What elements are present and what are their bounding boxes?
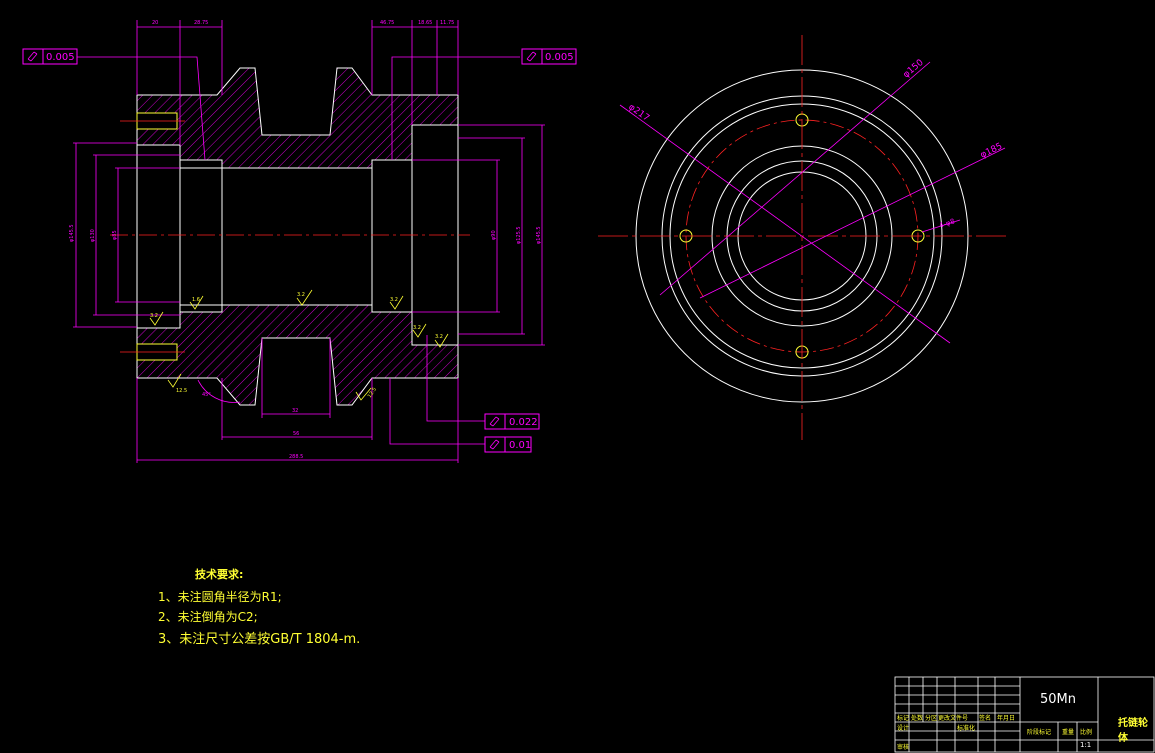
tb-audit: 审核 — [897, 744, 910, 751]
dim-angle: 45° — [202, 392, 211, 398]
tolerance-bottom-2-value: 0.01 — [509, 440, 531, 451]
upper-section-hatch — [136, 67, 459, 169]
cylindricity-icon — [489, 439, 500, 450]
roughness-2: 3.2 — [297, 292, 305, 298]
dim-top-5: 11.75 — [440, 20, 454, 26]
tb-doc: 更改文件号 — [938, 715, 969, 722]
left-bore — [136, 144, 181, 329]
front-section-view: 20 28.75 46.75 18.65 11.75 32 56 288.5 4… — [22, 20, 577, 463]
tb-count: 处数 — [911, 715, 924, 722]
tb-scale: 1:1 — [1080, 741, 1092, 749]
tb-weight: 重量 — [1062, 729, 1075, 736]
side-view: φ150 φ217 φ185 4-φ8 — [598, 35, 1008, 440]
part-name: 托链轮体 — [1118, 718, 1148, 744]
tb-stage: 阶段标记 — [1027, 729, 1052, 736]
dim-d2: φ217 — [626, 102, 651, 123]
roughness-3: 3.2 — [390, 297, 398, 303]
dim-left-2: φ130 — [90, 229, 96, 242]
tolerance-frame-top-right: 0.005 — [521, 48, 577, 65]
right-bore — [371, 159, 413, 313]
dim-top-3: 46.75 — [380, 20, 394, 26]
dim-right-1: φ90 — [491, 230, 497, 240]
tolerance-top-right-value: 0.005 — [545, 52, 574, 63]
roughness-1: 1.6 — [192, 297, 200, 303]
dim-left-3: φ85 — [112, 230, 118, 240]
roughness-4: 3.2 — [150, 313, 158, 319]
roughness-7: 12.5 — [176, 388, 187, 394]
tb-mark: 标记 — [897, 715, 910, 722]
cylindricity-icon — [526, 51, 537, 62]
cylindricity-icon — [27, 51, 38, 62]
roughness-6: 3.2 — [435, 334, 443, 340]
dim-d3: φ185 — [979, 142, 1004, 161]
material-label: 50Mn — [1040, 692, 1076, 707]
tb-ratio: 比例 — [1080, 729, 1093, 736]
tb-std: 标准化 — [957, 725, 976, 732]
tb-date: 年月日 — [997, 715, 1016, 722]
technical-requirements: 技术要求: 1、未注圆角半径为R1; 2、未注倒角为C2; 3、未注尺寸公差按G… — [158, 566, 360, 650]
note-2: 2、未注倒角为C2; — [158, 610, 258, 624]
dim-top-1: 20 — [152, 20, 158, 26]
tb-sign: 签名 — [979, 715, 992, 722]
roughness-8: 12.5 — [367, 387, 378, 400]
cylindricity-icon — [489, 416, 500, 427]
tolerance-frame-bottom-1: 0.022 — [484, 413, 540, 430]
tolerance-frame-top-left: 0.005 — [22, 48, 78, 65]
dim-bottom-3: 288.5 — [289, 454, 303, 460]
roughness-5: 3.2 — [413, 325, 421, 331]
dim-bottom-2: 56 — [293, 431, 299, 437]
tb-zone: 分区 — [925, 715, 938, 722]
tolerance-bottom-1-value: 0.022 — [509, 417, 538, 428]
dim-top-2: 28.75 — [194, 20, 208, 26]
dim-left-1: φ145.5 — [69, 224, 75, 242]
central-bore — [179, 167, 373, 306]
notes-title: 技术要求: — [195, 568, 244, 581]
tolerance-top-left-value: 0.005 — [46, 52, 75, 63]
note-3: 3、未注尺寸公差按GB/T 1804-m. — [158, 632, 361, 647]
tolerance-frame-bottom-2: 0.01 — [484, 436, 532, 453]
dim-right-3: φ145.5 — [536, 226, 542, 244]
tb-design: 设计 — [897, 725, 910, 732]
dim-top-4: 18.65 — [418, 20, 432, 26]
note-1: 1、未注圆角半径为R1; — [158, 590, 282, 604]
dim-bottom-1: 32 — [292, 408, 298, 414]
dim-right-2: φ125.5 — [516, 226, 522, 244]
